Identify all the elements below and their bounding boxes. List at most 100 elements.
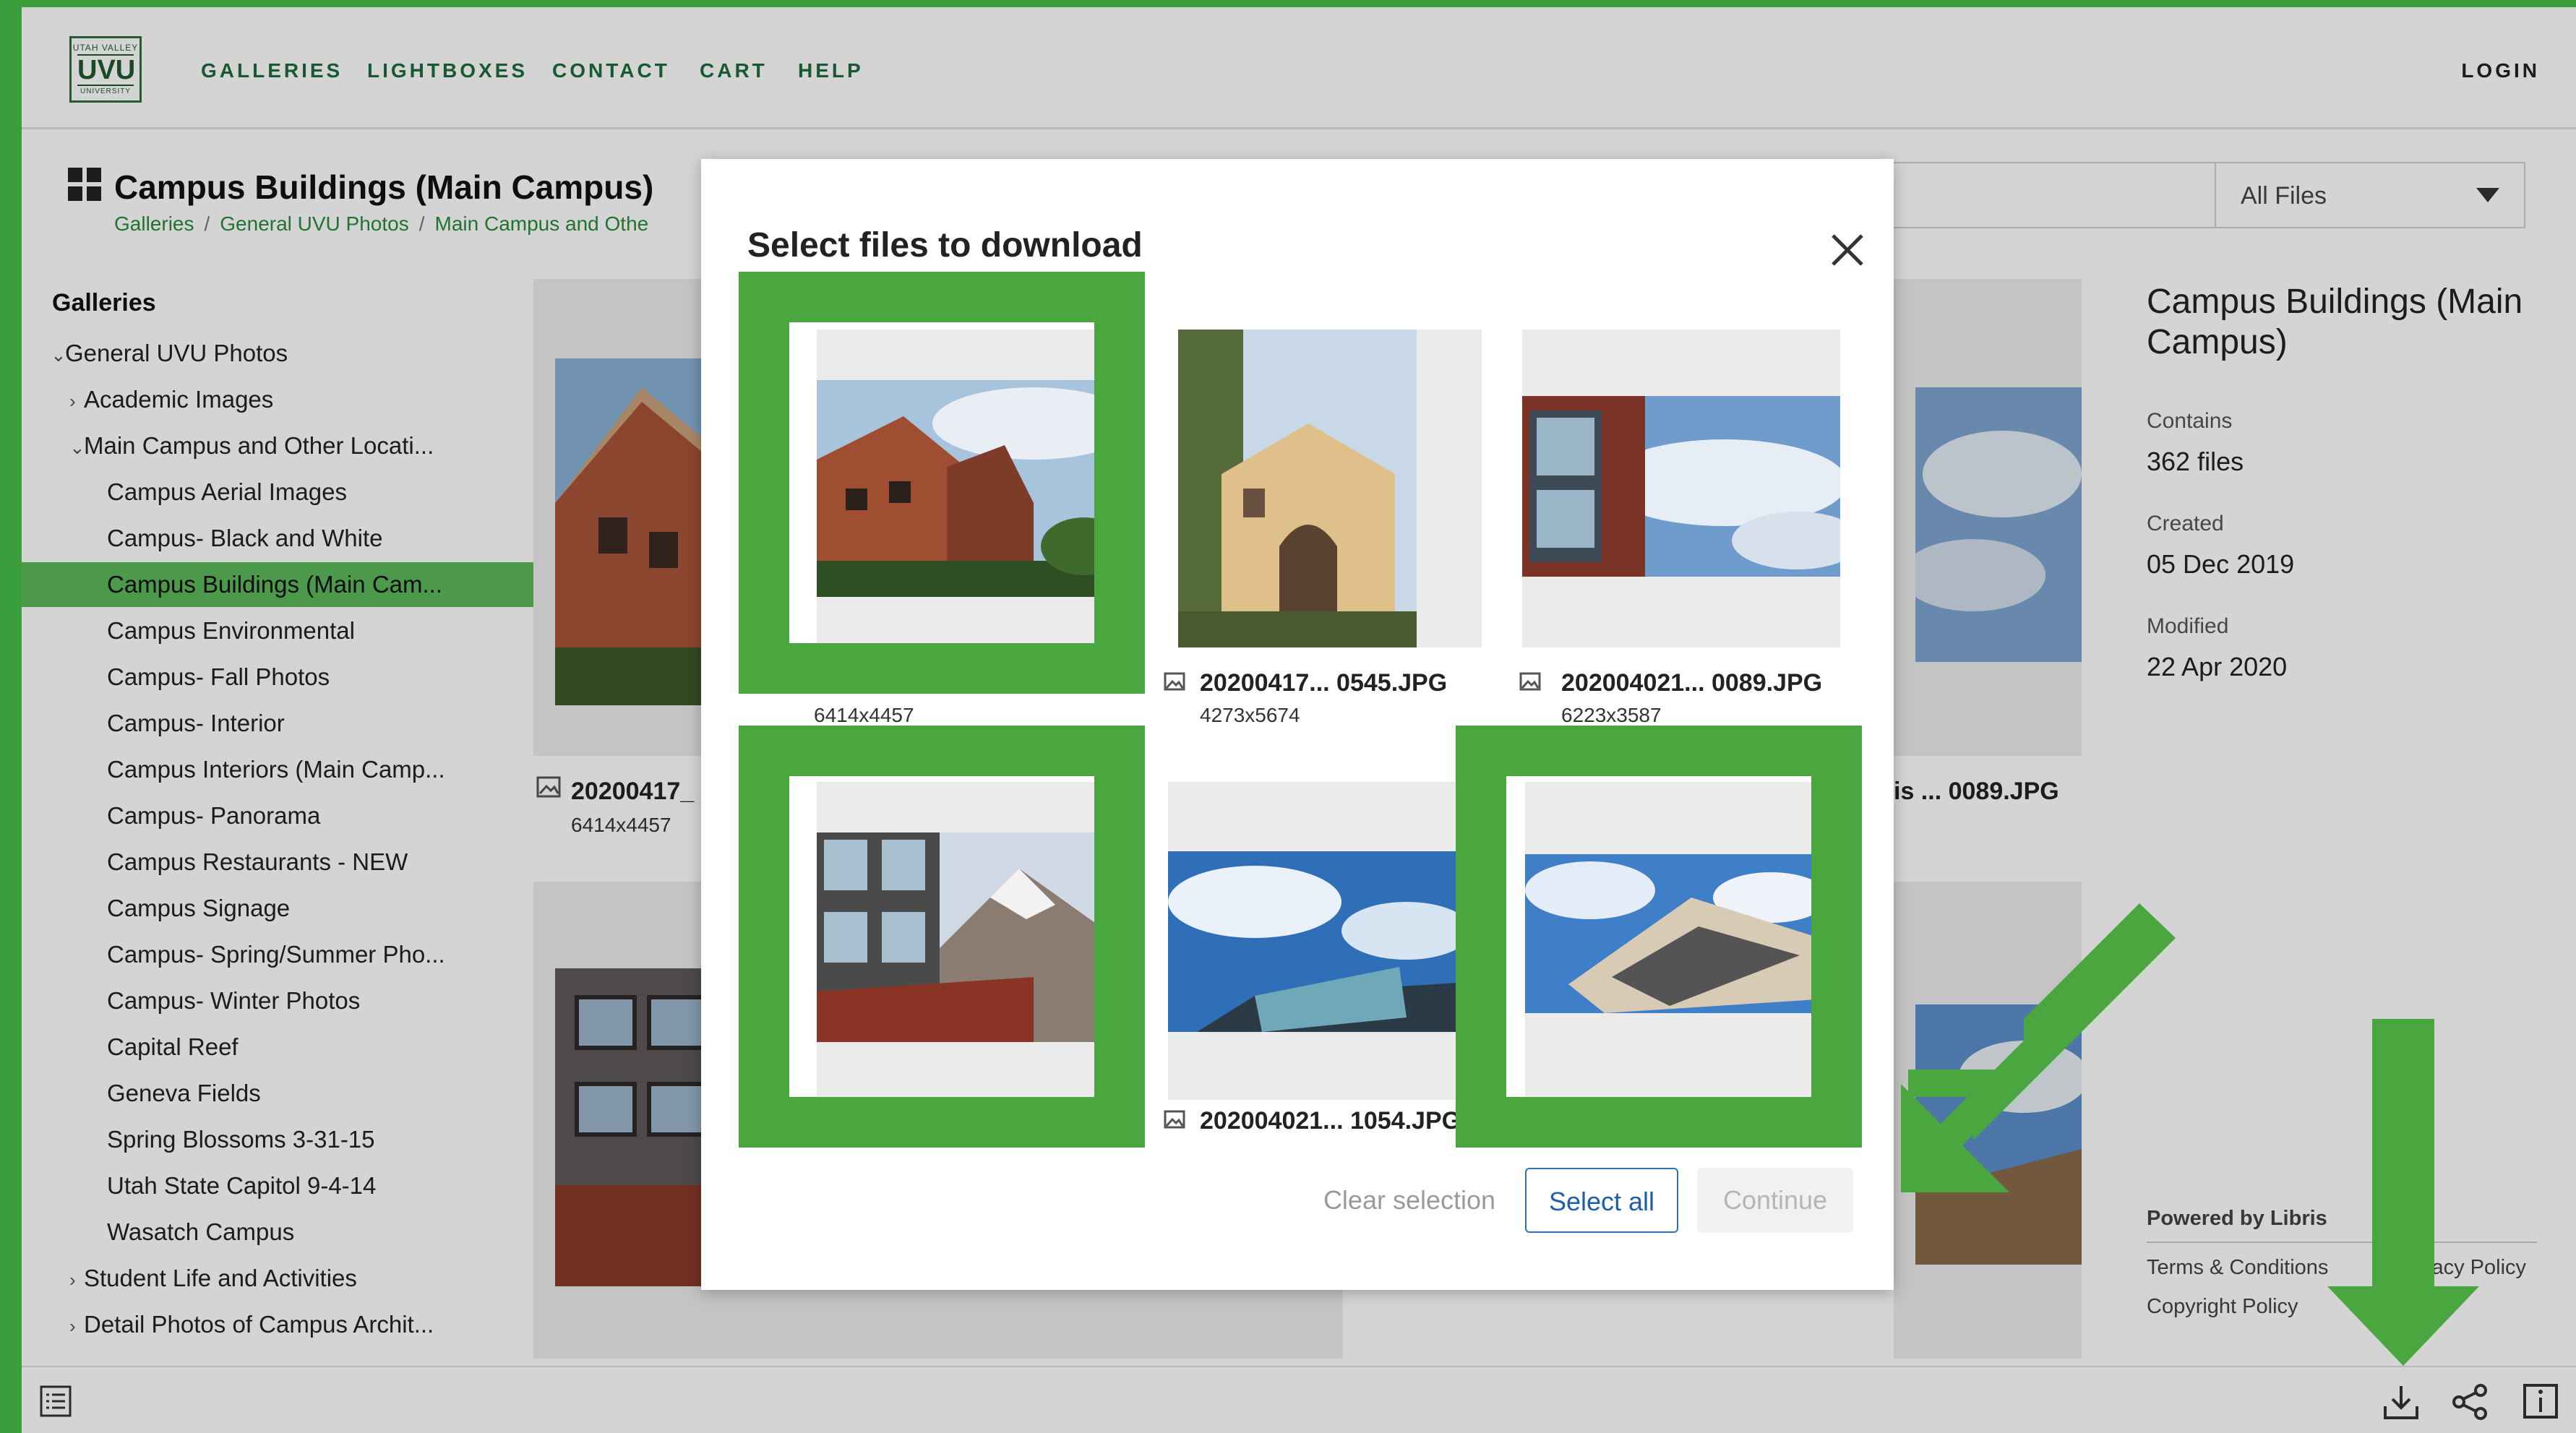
tree-item-campus-environmental[interactable]: Campus Environmental — [22, 608, 570, 653]
continue-button[interactable]: Continue — [1697, 1168, 1853, 1233]
close-icon[interactable] — [1829, 231, 1866, 269]
list-view-icon[interactable] — [39, 1385, 72, 1418]
contains-value: 362 files — [2147, 447, 2244, 476]
contains-label: Contains — [2147, 409, 2233, 433]
tree-item-label: Academic Images — [84, 386, 274, 413]
highlight-box — [1456, 726, 1862, 1148]
tree-item-campus-spring-summer[interactable]: Campus- Spring/Summer Pho... — [22, 932, 570, 977]
page-title: Campus Buildings (Main Campus) — [114, 168, 654, 206]
terms-link[interactable]: Terms & Conditions — [2147, 1256, 2328, 1280]
logo-bottom-text: UNIVERSITY — [80, 87, 131, 95]
nav-contact[interactable]: CONTACT — [552, 59, 670, 82]
tree-item-utah-state-capitol[interactable]: Utah State Capitol 9-4-14 — [22, 1163, 570, 1208]
tree-item-campus-signage[interactable]: Campus Signage — [22, 886, 570, 931]
copyright-link[interactable]: Copyright Policy — [2147, 1295, 2298, 1319]
file-dimensions: 6414x4457 — [814, 704, 914, 726]
uvu-logo[interactable]: UTAH VALLEY UVU UNIVERSITY — [69, 36, 142, 103]
breadcrumb-main-campus[interactable]: Main Campus and Othe — [435, 212, 649, 235]
download-icon[interactable] — [2382, 1383, 2420, 1421]
login-link[interactable]: LOGIN — [2461, 59, 2540, 82]
chevron-right-icon: › — [69, 1315, 76, 1337]
nav-help[interactable]: HELP — [798, 59, 864, 82]
chevron-right-icon: › — [69, 390, 76, 412]
tree-item-campus-interior[interactable]: Campus- Interior — [22, 701, 570, 746]
logo-top-text: UTAH VALLEY — [72, 43, 139, 53]
nav-galleries[interactable]: GALLERIES — [201, 59, 343, 82]
annotation-arrow-icon — [2327, 1019, 2479, 1366]
thumbnail-image — [1915, 387, 2082, 662]
powered-by[interactable]: Powered by Libris — [2147, 1207, 2327, 1231]
tree-item-detail-photos[interactable]: › Detail Photos of Campus Archit... — [22, 1302, 532, 1347]
tree-item-campus-winter[interactable]: Campus- Winter Photos — [22, 978, 570, 1023]
image-file-icon — [1164, 1110, 1185, 1130]
info-gallery-title: Campus Buildings (Main Campus) — [2147, 283, 2523, 361]
file-type-dropdown[interactable]: All Files — [2215, 162, 2525, 228]
file-type-selected: All Files — [2241, 182, 2327, 210]
highlight-box — [739, 726, 1145, 1148]
chevron-right-icon: › — [69, 1269, 76, 1291]
tree-item-general-uvu-photos[interactable]: ⌄General UVU Photos — [22, 331, 513, 376]
image-file-icon — [536, 776, 562, 799]
chevron-down-icon: ⌄ — [69, 436, 85, 458]
file-dimensions: 4273x5674 — [1200, 704, 1300, 726]
tree-item-capital-reef[interactable]: Capital Reef — [22, 1025, 570, 1070]
tree-item-campus-panorama[interactable]: Campus- Panorama — [22, 793, 570, 838]
breadcrumb-galleries[interactable]: Galleries — [114, 212, 194, 235]
file-name: 202004021... 0089.JPG — [1561, 669, 1823, 697]
file-card-5[interactable] — [1168, 782, 1479, 1100]
grid-view-icon — [68, 168, 101, 201]
thumbnail-image — [1522, 396, 1840, 577]
thumbnail-image — [1168, 851, 1479, 1032]
chevron-down-icon — [2476, 188, 2499, 202]
tree-item-geneva-fields[interactable]: Geneva Fields — [22, 1071, 570, 1116]
file-name: 202004021... 1054.JPG — [1200, 1107, 1461, 1135]
tree-item-campus-fall[interactable]: Campus- Fall Photos — [22, 655, 570, 700]
tree-item-label: Student Life and Activities — [84, 1265, 357, 1291]
file-dimensions: 6223x3587 — [1561, 704, 1662, 726]
search-input[interactable] — [1886, 162, 2233, 228]
file-name: 20200417... 0545.JPG — [1200, 669, 1448, 697]
tree-item-label: Detail Photos of Campus Archit... — [84, 1311, 434, 1338]
breadcrumb: Galleries / General UVU Photos / Main Campus… — [114, 212, 649, 235]
tree-item-wasatch-campus[interactable]: Wasatch Campus — [22, 1210, 570, 1255]
annotation-arrow-icon — [1901, 903, 2176, 1192]
nav-lightboxes[interactable]: LIGHTBOXES — [367, 59, 528, 82]
chevron-down-icon: ⌄ — [51, 344, 66, 366]
tree-item-student-life[interactable]: › Student Life and Activities — [22, 1256, 532, 1301]
modified-label: Modified — [2147, 614, 2229, 638]
bottom-toolbar — [22, 1366, 2576, 1433]
tree-item-campus-aerial[interactable]: Campus Aerial Images — [22, 470, 570, 515]
tree-item-campus-buildings[interactable]: Campus Buildings (Main Cam... — [22, 562, 572, 607]
created-value: 05 Dec 2019 — [2147, 549, 2295, 579]
image-file-icon — [1519, 672, 1541, 692]
share-icon[interactable] — [2452, 1383, 2489, 1421]
modified-value: 22 Apr 2020 — [2147, 652, 2288, 681]
tree-item-campus-black-white[interactable]: Campus- Black and White — [22, 516, 570, 561]
clear-selection-button[interactable]: Clear selection — [1315, 1168, 1503, 1233]
tree-item-spring-blossoms[interactable]: Spring Blossoms 3-31-15 — [22, 1117, 570, 1162]
file-dimensions: 6414x4457 — [571, 814, 671, 836]
file-card-2[interactable] — [1178, 330, 1482, 647]
nav-cart[interactable]: CART — [700, 59, 768, 82]
grid-cell[interactable] — [1894, 279, 2082, 756]
file-card-3[interactable] — [1522, 330, 1840, 647]
file-name: is ... 0089.JPG — [1894, 778, 2059, 805]
thumbnail-image — [1178, 330, 1417, 647]
top-navigation-bar: UTAH VALLEY UVU UNIVERSITY GALLERIES LIG… — [22, 7, 2576, 129]
tree-item-campus-interiors-main[interactable]: Campus Interiors (Main Camp... — [22, 747, 570, 792]
image-file-icon — [1164, 672, 1185, 692]
tree-item-label: Main Campus and Other Locati... — [84, 432, 434, 459]
breadcrumb-general-uvu-photos[interactable]: General UVU Photos — [220, 212, 408, 235]
logo-main-text: UVU — [77, 54, 136, 86]
highlight-box — [739, 272, 1145, 694]
tree-item-main-campus[interactable]: ⌄Main Campus and Other Locati... — [22, 423, 532, 468]
page: UTAH VALLEY UVU UNIVERSITY GALLERIES LIG… — [22, 7, 2576, 1433]
select-all-button[interactable]: Select all — [1525, 1168, 1678, 1233]
tree-item-campus-restaurants[interactable]: Campus Restaurants - NEW — [22, 840, 570, 885]
file-name: 20200417_ — [571, 778, 695, 805]
dialog-title: Select files to download — [747, 226, 1143, 264]
info-icon[interactable] — [2523, 1383, 2560, 1421]
sidebar-heading: Galleries — [52, 289, 156, 317]
tree-item-academic-images[interactable]: › Academic Images — [22, 377, 532, 422]
tree-item-label: General UVU Photos — [65, 340, 288, 366]
